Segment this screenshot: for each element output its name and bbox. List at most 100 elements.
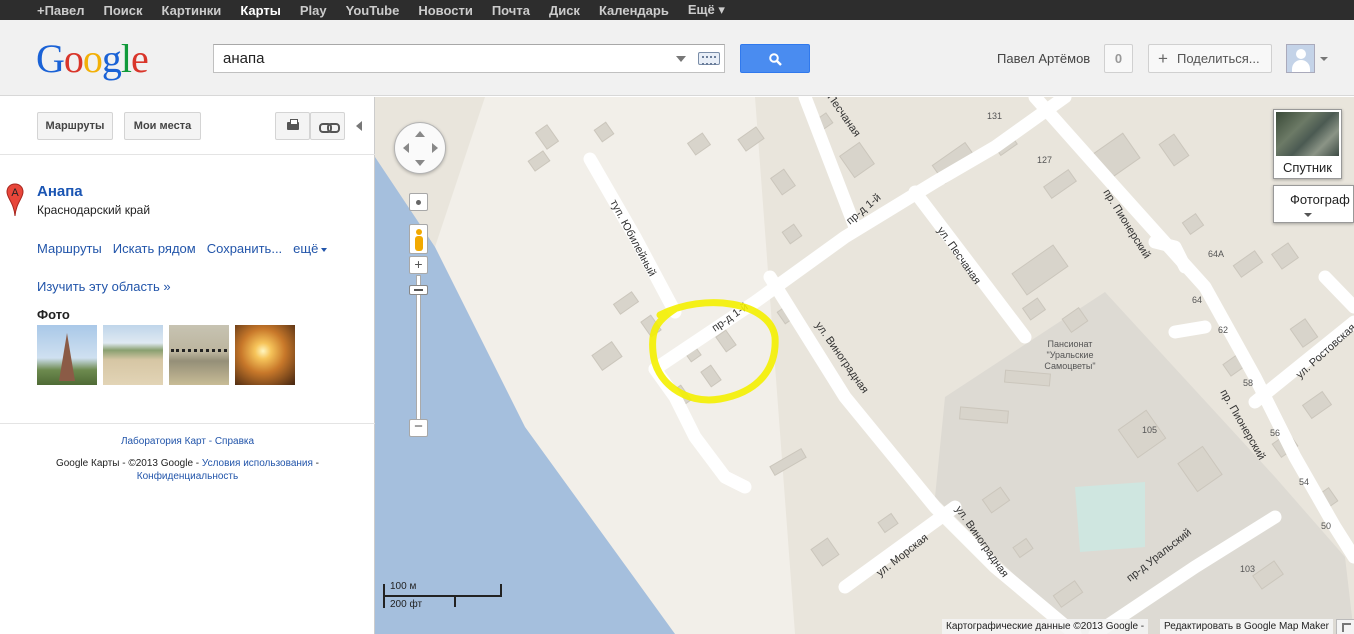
print-icon[interactable] (275, 112, 310, 140)
zoom-slider[interactable] (416, 275, 421, 422)
gbar-more[interactable]: Ещё ▾ (688, 2, 725, 18)
house-number: 64 (1192, 295, 1202, 305)
chevron-down-icon (1304, 213, 1312, 217)
arrow-right-icon[interactable] (432, 143, 438, 153)
house-number: 62 (1218, 325, 1228, 335)
scale-bar: 100 м 200 фт (383, 581, 503, 611)
gbar-youtube[interactable]: YouTube (346, 3, 400, 18)
scale-metric: 100 м (390, 581, 417, 592)
logo-letter: g (101, 36, 122, 81)
privacy-link[interactable]: Конфиденциальность (137, 471, 238, 482)
zoom-in-button[interactable]: + (409, 256, 428, 274)
satellite-thumbnail (1276, 112, 1339, 156)
logo-letter: e (131, 36, 149, 81)
house-number: 131 (987, 111, 1002, 121)
zoom-out-button[interactable]: − (409, 419, 428, 437)
logo-letter: o (63, 36, 84, 81)
terms-link[interactable]: Условия использования (202, 458, 313, 469)
photo-thumbnail[interactable] (103, 325, 163, 385)
photos-heading: Фото (37, 307, 70, 322)
plus-icon: + (1158, 49, 1168, 68)
arrow-down-icon[interactable] (415, 160, 425, 166)
chevron-down-icon[interactable] (1320, 57, 1328, 61)
satellite-toggle[interactable]: Спутник (1273, 109, 1342, 179)
link-icon[interactable] (310, 112, 345, 140)
marker-a-icon[interactable]: A (6, 183, 24, 217)
zoom-slider-handle[interactable] (409, 285, 428, 295)
footer-legal: Google Карты - ©2013 Google - Условия ис… (55, 458, 320, 482)
action-more[interactable]: ещё (293, 241, 327, 256)
satellite-label: Спутник (1282, 160, 1332, 175)
keyboard-icon[interactable] (698, 52, 720, 65)
action-save[interactable]: Сохранить... (207, 241, 282, 256)
photo-thumbnail[interactable] (37, 325, 97, 385)
place-subtitle: Краснодарский край (37, 203, 151, 217)
search-box (213, 44, 725, 73)
google-logo[interactable]: Google (36, 36, 149, 81)
photo-thumbnail[interactable] (235, 325, 295, 385)
overview-map-toggle-icon[interactable] (1336, 619, 1354, 634)
left-panel: Маршруты Мои места A Анапа Краснодарский… (0, 97, 375, 634)
house-number: 127 (1037, 155, 1052, 165)
scale-line (383, 595, 502, 597)
pan-control[interactable] (394, 122, 446, 174)
poi-label: "Уральские (1047, 350, 1094, 360)
logo-letter: G (36, 36, 65, 81)
scale-tick (454, 595, 456, 607)
divider (0, 423, 375, 424)
house-number: 50 (1321, 521, 1331, 531)
scale-tick (383, 584, 385, 608)
gbar-maps[interactable]: Карты (240, 3, 281, 18)
search-button[interactable] (740, 44, 810, 73)
pegman-icon[interactable] (409, 224, 428, 254)
arrow-left-icon[interactable] (403, 143, 409, 153)
gbar-play[interactable]: Play (300, 3, 327, 18)
collapse-panel-icon[interactable] (356, 121, 362, 131)
place-title[interactable]: Анапа (37, 183, 83, 200)
routes-button[interactable]: Маршруты (37, 112, 113, 140)
gbar-drive[interactable]: Диск (549, 3, 580, 18)
footer-links: Лаборатория Карт - Справка (120, 436, 255, 447)
divider (0, 154, 375, 155)
gbar-search[interactable]: Поиск (103, 3, 142, 18)
house-number: 58 (1243, 378, 1253, 388)
google-bar: +Павел Поиск Картинки Карты Play YouTube… (0, 0, 1354, 20)
gbar-news[interactable]: Новости (418, 3, 473, 18)
edit-in-map-maker-link[interactable]: Редактировать в Google Map Maker (1160, 619, 1333, 634)
explore-area-link[interactable]: Изучить эту область » (37, 279, 171, 294)
poi-label: Пансионат (1048, 339, 1093, 349)
photos-layer-label: Фотограф (1290, 192, 1350, 207)
user-name[interactable]: Павел Артёмов (997, 51, 1090, 66)
gbar-profile[interactable]: +Павел (37, 3, 84, 18)
help-link[interactable]: Справка (215, 436, 254, 447)
share-label: Поделиться... (1177, 51, 1260, 66)
my-location-icon[interactable] (409, 193, 428, 211)
search-history-arrow-icon[interactable] (676, 56, 686, 62)
logo-letter: o (82, 36, 103, 81)
scale-imperial: 200 фт (390, 599, 423, 610)
map-attribution: Картографические данные ©2013 Google - (942, 619, 1149, 634)
photo-thumbnail[interactable] (169, 325, 229, 385)
photos-layer-toggle[interactable]: Фотограф (1273, 185, 1354, 223)
poi-label: Самоцветы" (1044, 361, 1095, 371)
action-search-nearby[interactable]: Искать рядом (113, 241, 196, 256)
gbar-images[interactable]: Картинки (162, 3, 222, 18)
notifications-count[interactable]: 0 (1104, 44, 1133, 73)
gbar-calendar[interactable]: Календарь (599, 3, 669, 18)
house-number: 54 (1299, 477, 1309, 487)
logo-letter: l (120, 36, 132, 81)
copyright-text: Google Карты - ©2013 Google - (55, 458, 202, 469)
gbar-mail[interactable]: Почта (492, 3, 530, 18)
share-button[interactable]: + Поделиться... (1148, 44, 1272, 73)
map-canvas[interactable]: туп. Юбилейный пр-д 1-й пр-д 1-й ул. Вин… (375, 97, 1354, 634)
arrow-up-icon[interactable] (415, 131, 425, 137)
maps-labs-link[interactable]: Лаборатория Карт (121, 436, 206, 447)
avatar[interactable] (1286, 44, 1315, 73)
place-actions: Маршруты Искать рядом Сохранить... ещё (37, 241, 338, 256)
action-routes[interactable]: Маршруты (37, 241, 102, 256)
search-input[interactable] (214, 45, 664, 72)
svg-text:A: A (11, 187, 19, 199)
my-places-button[interactable]: Мои места (124, 112, 201, 140)
header: Google Павел Артёмов 0 + Поделиться... (0, 20, 1354, 96)
house-number: 56 (1270, 428, 1280, 438)
